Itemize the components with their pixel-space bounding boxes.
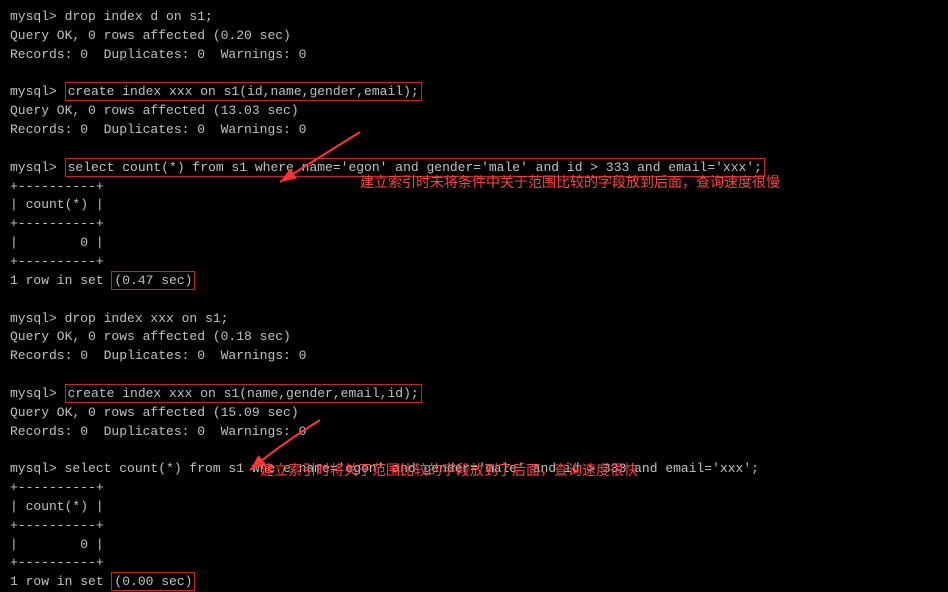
line-24: | 0 | xyxy=(10,536,938,555)
line-blank-3 xyxy=(10,291,938,310)
line-8: +----------+ xyxy=(10,178,938,197)
line-25: +----------+ xyxy=(10,554,938,573)
line-13: 1 row in set (0.47 sec) xyxy=(10,272,938,291)
prompt: mysql> drop index d on s1; xyxy=(10,9,213,24)
terminal-output: mysql> drop index d on s1; Query OK, 0 r… xyxy=(10,8,938,592)
line-21: +----------+ xyxy=(10,479,938,498)
line-11: | 0 | xyxy=(10,234,938,253)
line-2: Query OK, 0 rows affected (0.20 sec) xyxy=(10,27,938,46)
line-20: mysql> select count(*) from s1 where nam… xyxy=(10,460,938,479)
line-26: 1 row in set (0.00 sec) xyxy=(10,573,938,592)
line-5: Query OK, 0 rows affected (13.03 sec) xyxy=(10,102,938,121)
line-4: mysql> create index xxx on s1(id,name,ge… xyxy=(10,83,938,102)
line-blank-5 xyxy=(10,441,938,460)
line-18: Query OK, 0 rows affected (15.09 sec) xyxy=(10,404,938,423)
line-22: | count(*) | xyxy=(10,498,938,517)
line-12: +----------+ xyxy=(10,253,938,272)
line-3: Records: 0 Duplicates: 0 Warnings: 0 xyxy=(10,46,938,65)
line-15: Query OK, 0 rows affected (0.18 sec) xyxy=(10,328,938,347)
line-14: mysql> drop index xxx on s1; xyxy=(10,310,938,329)
line-19: Records: 0 Duplicates: 0 Warnings: 0 xyxy=(10,423,938,442)
line-blank-4 xyxy=(10,366,938,385)
line-6: Records: 0 Duplicates: 0 Warnings: 0 xyxy=(10,121,938,140)
line-blank-2 xyxy=(10,140,938,159)
line-16: Records: 0 Duplicates: 0 Warnings: 0 xyxy=(10,347,938,366)
line-1: mysql> drop index d on s1; xyxy=(10,8,938,27)
line-10: +----------+ xyxy=(10,215,938,234)
line-blank-1 xyxy=(10,65,938,84)
line-9: | count(*) | xyxy=(10,196,938,215)
line-7: mysql> select count(*) from s1 where nam… xyxy=(10,159,938,178)
line-23: +----------+ xyxy=(10,517,938,536)
line-17: mysql> create index xxx on s1(name,gende… xyxy=(10,385,938,404)
